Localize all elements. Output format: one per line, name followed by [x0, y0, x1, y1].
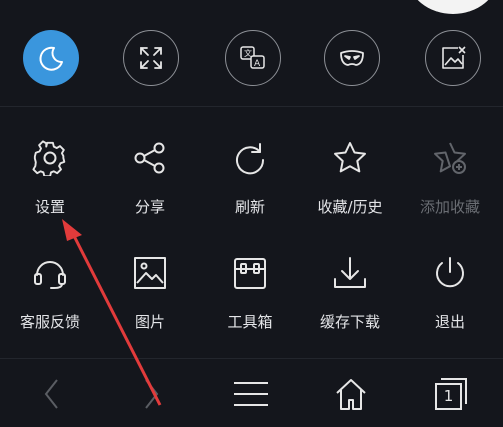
toolbox-icon: [232, 255, 268, 291]
translate-toggle[interactable]: 文A: [225, 30, 281, 86]
menu-item-label: 收藏/历史: [317, 198, 383, 216]
menu-item-label: 缓存下载: [319, 313, 380, 331]
tabs-icon: 1: [433, 376, 469, 412]
avatar[interactable]: [408, 0, 498, 14]
menu-item-label: 设置: [34, 198, 65, 216]
night-mode-toggle[interactable]: [23, 30, 79, 86]
bottom-nav-bar: 1: [0, 359, 503, 427]
menu-item-favorites-history[interactable]: 收藏/历史: [300, 140, 400, 230]
download-icon: [332, 255, 368, 291]
translate-icon: 文A: [238, 43, 268, 73]
share-icon: [132, 140, 168, 176]
menu-item-share[interactable]: 分享: [100, 140, 200, 230]
fullscreen-toggle[interactable]: [123, 30, 179, 86]
browser-menu-panel: 文A 设置 分享 刷新 收藏/历史 添加收藏 客服反馈 图片 工具箱 缓存下载 …: [0, 0, 503, 427]
menu-icon: [233, 380, 269, 408]
menu-item-label: 分享: [134, 198, 165, 216]
menu-item-exit[interactable]: 退出: [400, 255, 500, 345]
star-icon: [332, 140, 368, 176]
incognito-toggle[interactable]: [324, 30, 380, 86]
power-icon: [432, 255, 468, 291]
menu-item-support[interactable]: 客服反馈: [0, 255, 100, 345]
menu-item-add-favorite[interactable]: 添加收藏: [400, 140, 500, 230]
home-icon: [334, 377, 368, 411]
home-button[interactable]: [321, 373, 381, 415]
headset-icon: [32, 255, 68, 291]
tab-count: 1: [443, 387, 454, 405]
menu-item-label: 工具箱: [227, 313, 273, 331]
svg-text:文: 文: [244, 48, 252, 58]
forward-button[interactable]: [121, 373, 181, 415]
menu-item-label: 添加收藏: [419, 198, 480, 216]
no-image-icon: [438, 43, 468, 73]
no-image-toggle[interactable]: [425, 30, 481, 86]
menu-item-images[interactable]: 图片: [100, 255, 200, 345]
menu-item-label: 刷新: [234, 198, 265, 216]
gear-icon: [32, 140, 68, 176]
menu-item-refresh[interactable]: 刷新: [200, 140, 300, 230]
menu-item-settings[interactable]: 设置: [0, 140, 100, 230]
fullscreen-icon: [137, 44, 165, 72]
star-plus-icon: [432, 140, 468, 176]
tabs-button[interactable]: 1: [421, 373, 481, 415]
mask-icon: [337, 43, 367, 73]
refresh-icon: [232, 140, 268, 176]
menu-button[interactable]: [221, 373, 281, 415]
quick-toggle-row: 文A: [0, 30, 503, 92]
forward-icon: [141, 378, 161, 410]
svg-text:A: A: [254, 59, 261, 69]
image-icon: [132, 255, 168, 291]
menu-item-label: 客服反馈: [19, 313, 80, 331]
back-icon: [42, 378, 62, 410]
menu-item-download[interactable]: 缓存下载: [300, 255, 400, 345]
back-button[interactable]: [22, 373, 82, 415]
moon-icon: [36, 43, 66, 73]
divider: [0, 106, 503, 107]
menu-item-label: 图片: [134, 313, 165, 331]
menu-item-toolbox[interactable]: 工具箱: [200, 255, 300, 345]
menu-item-label: 退出: [434, 313, 465, 331]
